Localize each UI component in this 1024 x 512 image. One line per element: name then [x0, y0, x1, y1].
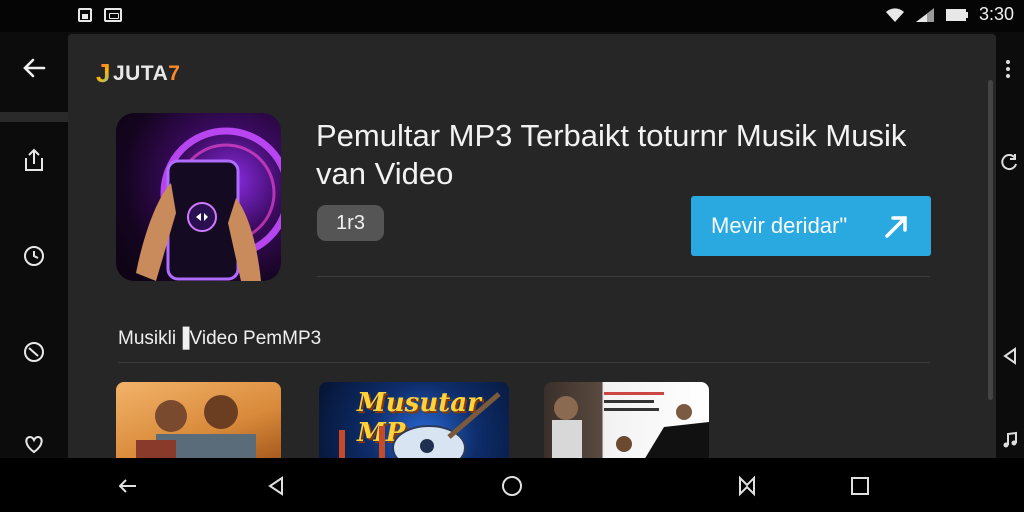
status-bar: 3:30	[0, 0, 1024, 32]
open-button-label: Mevir deridar"	[711, 213, 848, 238]
external-arrow-icon	[885, 216, 907, 238]
navigation-bar	[0, 458, 1024, 512]
signal-icon	[915, 7, 934, 22]
app-title: Pemultar MP3 Terbaikt toturnr Musik Musi…	[316, 118, 907, 191]
clock-icon[interactable]	[20, 242, 48, 270]
clock-time: 3:30	[978, 4, 1014, 24]
more-vert-icon[interactable]	[1006, 60, 1010, 81]
recents-icon[interactable]	[848, 474, 872, 498]
notification-app-icon	[104, 8, 122, 22]
music-note-icon[interactable]	[1000, 430, 1020, 450]
wifi-icon	[885, 7, 904, 22]
app-icon	[116, 113, 281, 281]
thumbnail-guitar[interactable]: Musutar MP	[319, 382, 509, 460]
rail-divider	[0, 112, 68, 122]
refresh-icon[interactable]	[1000, 152, 1020, 172]
brand-logo: J JUTA 7	[96, 58, 180, 89]
brand-logo-mark: J	[96, 58, 111, 88]
divider	[317, 276, 930, 277]
tag-icon[interactable]	[20, 338, 48, 366]
scrollbar[interactable]	[988, 80, 993, 400]
back-icon[interactable]	[116, 474, 140, 498]
heart-icon[interactable]	[20, 430, 48, 458]
home-icon[interactable]	[500, 474, 524, 498]
share-icon[interactable]	[20, 146, 48, 174]
left-rail	[0, 32, 68, 458]
status-right: 3:30	[885, 4, 1014, 25]
back-arrow-icon[interactable]	[20, 54, 48, 82]
divider	[118, 362, 930, 363]
thumbnail-people[interactable]	[116, 382, 281, 460]
notification-image-icon	[78, 8, 92, 22]
thumbnail-artist[interactable]	[544, 382, 709, 460]
status-left	[78, 8, 122, 22]
rating-badge: 1r3	[317, 205, 384, 241]
previous-icon[interactable]	[1000, 346, 1020, 366]
triangle-back-icon[interactable]	[264, 474, 288, 498]
right-rail	[994, 32, 1024, 458]
open-button[interactable]: Mevir deridar"	[691, 196, 931, 256]
brand-logo-text: JUTA	[112, 61, 169, 85]
bookmark-icon[interactable]	[735, 474, 759, 498]
section-title: Musikli▐Video PemMP3	[118, 328, 322, 349]
brand-logo-accent: 7	[168, 61, 181, 85]
battery-icon	[945, 8, 968, 21]
